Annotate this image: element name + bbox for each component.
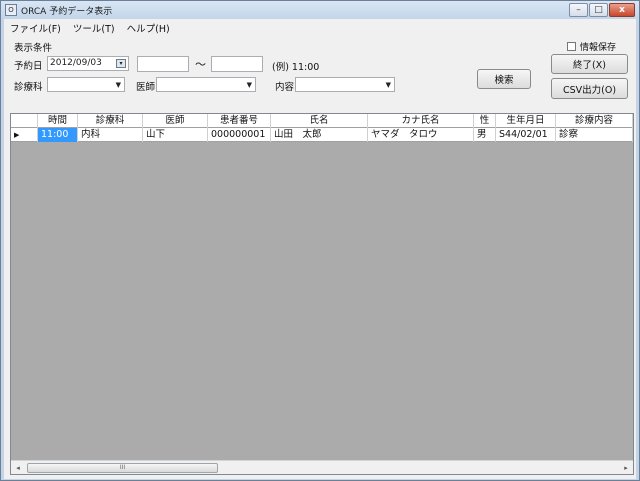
menu-bar: ファイル(F) ツール(T) ヘルプ(H) xyxy=(4,19,636,36)
time-example-text: (例) 11:00 xyxy=(272,62,320,73)
row-header[interactable]: ▶ xyxy=(11,128,38,142)
cell-name[interactable]: 山田 太郎 xyxy=(271,128,368,142)
cell-patient-id[interactable]: 000000001 xyxy=(208,128,271,142)
search-button[interactable]: 検索 xyxy=(477,69,531,89)
column-header-time[interactable]: 時間 xyxy=(38,114,78,128)
reservation-date-label: 予約日 xyxy=(14,61,43,72)
menu-tools[interactable]: ツール(T) xyxy=(67,21,121,35)
app-icon: O xyxy=(5,4,17,16)
column-header-doctor[interactable]: 医師 xyxy=(143,114,208,128)
scroll-thumb[interactable]: III xyxy=(27,463,218,473)
grid-header: 時間 診療科 医師 患者番号 氏名 カナ氏名 性 生年月日 診療内容 xyxy=(11,114,633,128)
content-label: 内容 xyxy=(275,82,295,93)
row-header-corner xyxy=(11,114,38,128)
scroll-left-icon[interactable]: ◂ xyxy=(11,461,25,474)
menu-file[interactable]: ファイル(F) xyxy=(4,21,67,35)
scroll-right-icon[interactable]: ▸ xyxy=(619,461,633,474)
calendar-icon[interactable]: ▾ xyxy=(116,59,126,68)
window-title: ORCA 予約データ表示 xyxy=(21,6,113,17)
content-combo[interactable]: ▼ xyxy=(295,77,395,92)
table-row[interactable]: ▶ 11:00 内科 山下 000000001 山田 太郎 ヤマダ タロウ 男 … xyxy=(11,128,633,142)
csv-export-button[interactable]: CSV出力(O) xyxy=(551,78,628,99)
reservation-date-value: 2012/09/03 xyxy=(50,58,102,68)
time-from-input[interactable] xyxy=(137,56,189,72)
column-header-birthdate[interactable]: 生年月日 xyxy=(496,114,556,128)
save-info-label: 情報保存 xyxy=(580,43,617,53)
column-header-kana-name[interactable]: カナ氏名 xyxy=(368,114,474,128)
doctor-label: 医師 xyxy=(136,82,156,93)
exit-button[interactable]: 終了(X) xyxy=(551,54,628,74)
chevron-down-icon: ▼ xyxy=(385,81,391,89)
doctor-combo[interactable]: ▼ xyxy=(156,77,256,92)
cell-kana-name[interactable]: ヤマダ タロウ xyxy=(368,128,474,142)
maximize-button[interactable]: □ xyxy=(589,3,608,17)
cell-birthdate[interactable]: S44/02/01 xyxy=(496,128,556,142)
save-info-checkbox-wrap[interactable]: 情報保存 xyxy=(567,40,616,53)
cell-doctor[interactable]: 山下 xyxy=(143,128,208,142)
criteria-section-label: 表示条件 xyxy=(14,43,53,54)
reservation-grid[interactable]: 時間 診療科 医師 患者番号 氏名 カナ氏名 性 生年月日 診療内容 ▶ 11:… xyxy=(10,113,634,475)
client-area: ファイル(F) ツール(T) ヘルプ(H) 表示条件 予約日 2012/09/0… xyxy=(4,19,636,479)
cell-content[interactable]: 診察 xyxy=(556,128,633,142)
chevron-down-icon: ▼ xyxy=(246,81,252,89)
chevron-down-icon: ▼ xyxy=(115,81,121,89)
column-header-name[interactable]: 氏名 xyxy=(271,114,368,128)
row-indicator-icon: ▶ xyxy=(14,131,20,139)
save-info-checkbox[interactable] xyxy=(567,42,576,51)
window-controls: – □ x xyxy=(569,3,635,17)
title-bar: O ORCA 予約データ表示 – □ x xyxy=(1,1,639,19)
cell-time[interactable]: 11:00 xyxy=(38,128,78,142)
cell-department[interactable]: 内科 xyxy=(78,128,143,142)
time-range-tilde: ～ xyxy=(195,58,206,71)
column-header-patient-id[interactable]: 患者番号 xyxy=(208,114,271,128)
close-button[interactable]: x xyxy=(609,3,635,17)
horizontal-scrollbar[interactable]: ◂ III ▸ xyxy=(11,460,633,474)
menu-help[interactable]: ヘルプ(H) xyxy=(121,21,176,35)
column-header-sex[interactable]: 性 xyxy=(474,114,496,128)
time-to-input[interactable] xyxy=(211,56,263,72)
column-header-content[interactable]: 診療内容 xyxy=(556,114,633,128)
department-combo[interactable]: ▼ xyxy=(47,77,125,92)
minimize-button[interactable]: – xyxy=(569,3,588,17)
app-window: O ORCA 予約データ表示 – □ x ファイル(F) ツール(T) ヘルプ(… xyxy=(0,0,640,481)
cell-sex[interactable]: 男 xyxy=(474,128,496,142)
column-header-department[interactable]: 診療科 xyxy=(78,114,143,128)
department-label: 診療科 xyxy=(14,82,43,93)
reservation-date-picker[interactable]: 2012/09/03 ▾ xyxy=(47,56,129,71)
